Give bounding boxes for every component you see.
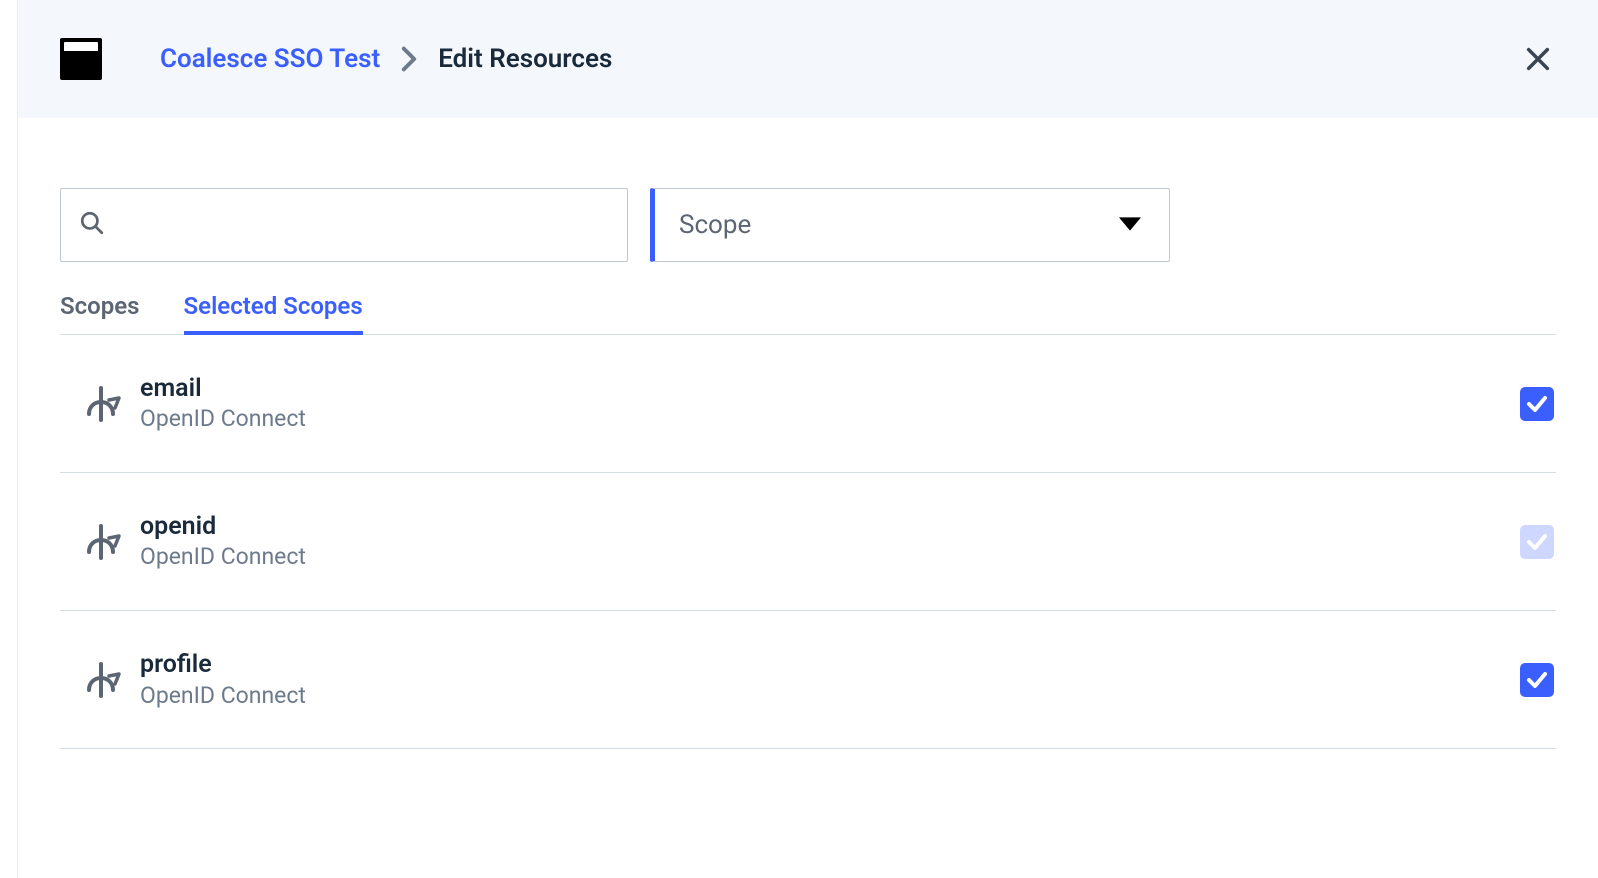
search-input[interactable] <box>115 211 609 239</box>
scope-name: profile <box>140 649 1520 680</box>
scope-provider: OpenID Connect <box>140 404 1520 434</box>
scope-checkbox-profile[interactable] <box>1520 663 1554 697</box>
openid-icon <box>78 657 124 703</box>
scope-row-openid: openid OpenID Connect <box>60 473 1556 611</box>
tab-selected-scopes[interactable]: Selected Scopes <box>184 292 363 334</box>
app-icon <box>60 38 102 80</box>
scope-provider: OpenID Connect <box>140 542 1520 572</box>
openid-icon <box>78 381 124 427</box>
scope-type-dropdown[interactable]: Scope <box>650 188 1170 262</box>
dropdown-label: Scope <box>679 210 751 240</box>
tab-scopes[interactable]: Scopes <box>60 292 140 334</box>
chevron-down-icon <box>1119 216 1141 235</box>
page-title: Edit Resources <box>438 44 612 74</box>
search-icon <box>79 210 105 240</box>
scope-provider: OpenID Connect <box>140 681 1520 711</box>
scope-name: openid <box>140 511 1520 542</box>
scope-name: email <box>140 373 1520 404</box>
scope-list: email OpenID Connect openid O <box>60 335 1556 749</box>
scope-checkbox-openid <box>1520 525 1554 559</box>
breadcrumb: Coalesce SSO Test Edit Resources <box>160 44 612 74</box>
tabs: Scopes Selected Scopes <box>60 292 1556 335</box>
header: Coalesce SSO Test Edit Resources <box>18 0 1598 118</box>
scope-checkbox-email[interactable] <box>1520 387 1554 421</box>
breadcrumb-link[interactable]: Coalesce SSO Test <box>160 44 380 74</box>
chevron-right-icon <box>400 46 418 72</box>
close-button[interactable] <box>1520 41 1556 77</box>
search-input-wrapper[interactable] <box>60 188 628 262</box>
scope-row-email: email OpenID Connect <box>60 335 1556 473</box>
openid-icon <box>78 519 124 565</box>
controls-row: Scope <box>60 188 1556 262</box>
scope-row-profile: profile OpenID Connect <box>60 611 1556 749</box>
